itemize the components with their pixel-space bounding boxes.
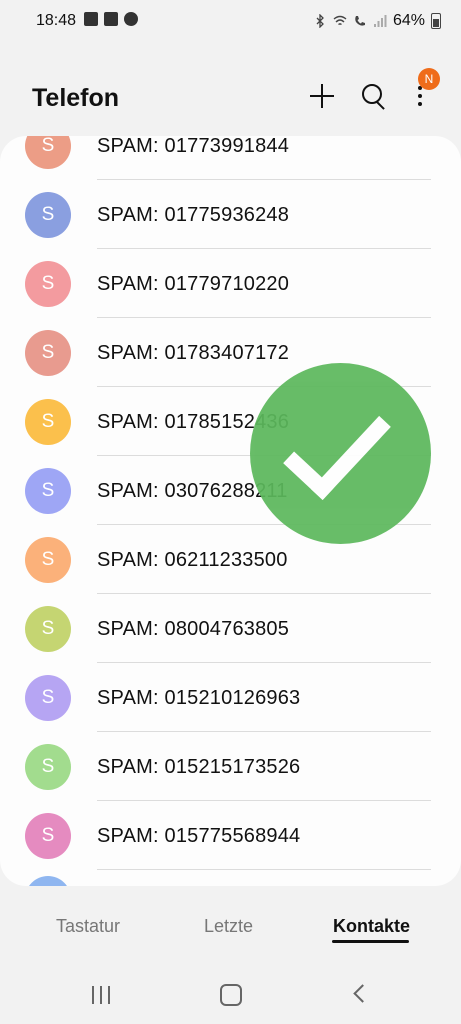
contact-name: SPAM: 08004763805: [97, 618, 290, 640]
avatar: S: [25, 399, 71, 445]
back-icon[interactable]: [353, 984, 372, 1003]
row-divider: [97, 179, 431, 180]
battery-icon: [431, 13, 441, 29]
app-icon: [104, 12, 118, 26]
avatar: S: [25, 744, 71, 790]
tab-letzte[interactable]: Letzte: [204, 916, 253, 937]
avatar: S: [25, 330, 71, 376]
avatar: [25, 876, 71, 886]
checkmark-icon: [250, 363, 431, 544]
row-divider: [97, 731, 431, 732]
avatar: S: [25, 261, 71, 307]
contact-row[interactable]: S SPAM: 01773991844: [0, 136, 461, 180]
system-nav-bar: [0, 965, 461, 1024]
alert-icon: [124, 12, 138, 26]
contact-name: SPAM: 06211233500: [97, 549, 288, 571]
row-divider: [97, 593, 431, 594]
plus-icon[interactable]: [304, 78, 340, 114]
row-divider: [97, 869, 431, 870]
battery-percent: 64%: [392, 12, 425, 29]
contact-row[interactable]: S SPAM: 08004763805: [0, 595, 461, 663]
avatar: S: [25, 606, 71, 652]
row-divider: [97, 800, 431, 801]
contact-name: SPAM: 01775936248: [97, 204, 290, 226]
row-divider: [97, 248, 431, 249]
image-icon: [84, 12, 98, 26]
call-icon: [355, 16, 365, 26]
active-tab-indicator: [332, 940, 409, 943]
contact-name: SPAM: 015210126963: [97, 687, 301, 709]
contact-row[interactable]: S SPAM: 01783407172: [0, 319, 461, 387]
home-icon[interactable]: [220, 984, 242, 1006]
avatar: S: [25, 136, 71, 169]
status-time: 18:48: [36, 12, 77, 29]
avatar: S: [25, 468, 71, 514]
contact-row[interactable]: S SPAM: 01775936248: [0, 181, 461, 249]
signal-icon: [373, 15, 387, 27]
avatar: S: [25, 675, 71, 721]
contact-name: SPAM: 01773991844: [97, 136, 290, 157]
wifi-icon: [333, 15, 347, 26]
contact-name: SPAM: 01783407172: [97, 342, 290, 364]
avatar: S: [25, 537, 71, 583]
contact-name: SPAM: 01779710220: [97, 273, 290, 295]
contact-row[interactable]: S SPAM: 06211233500: [0, 526, 461, 594]
contact-name: SPAM: 015215173526: [97, 756, 301, 778]
tab-kontakte[interactable]: Kontakte: [333, 916, 410, 937]
bluetooth-icon: [316, 14, 324, 28]
contact-row[interactable]: S SPAM: 015775568944: [0, 802, 461, 870]
avatar: S: [25, 813, 71, 859]
contact-row[interactable]: S SPAM: 015210126963: [0, 664, 461, 732]
notification-badge: N: [418, 68, 440, 90]
row-divider: [97, 662, 431, 663]
contact-name: SPAM: 015775568944: [97, 825, 301, 847]
tab-tastatur[interactable]: Tastatur: [56, 916, 120, 937]
status-bar: 18:48 64%: [0, 0, 461, 42]
row-divider: [97, 317, 431, 318]
recents-icon[interactable]: [92, 986, 110, 1004]
page-title: Telefon: [32, 84, 120, 112]
app-header: Telefon: [0, 60, 461, 136]
contact-row[interactable]: S SPAM: 015215173526: [0, 733, 461, 801]
contact-row[interactable]: S SPAM: 01779710220: [0, 250, 461, 318]
bottom-tabs: Tastatur Letzte Kontakte: [0, 900, 461, 952]
search-icon[interactable]: [356, 78, 392, 114]
avatar: S: [25, 192, 71, 238]
